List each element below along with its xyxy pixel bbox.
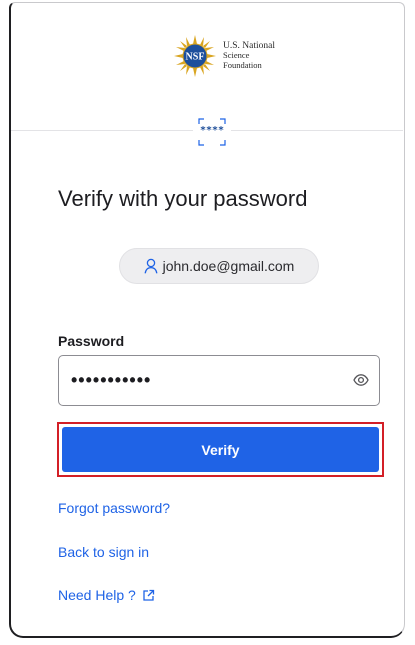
logo-line-3: Foundation	[223, 59, 262, 70]
password-label: Password	[58, 333, 125, 349]
nsf-logo: NSF U.S. National Science Foundation	[173, 34, 275, 78]
page: NSF U.S. National Science Foundation ***…	[0, 0, 415, 645]
external-link-icon	[143, 589, 154, 601]
eye-icon[interactable]	[353, 373, 369, 387]
verify-button[interactable]: Verify	[62, 427, 379, 472]
svg-text:NSF: NSF	[186, 52, 205, 63]
verify-button-highlight: Verify	[57, 422, 384, 477]
password-authenticator-icon: ****	[193, 113, 231, 151]
forgot-password-link[interactable]: Forgot password?	[58, 500, 170, 516]
need-help-link[interactable]: Need Help ?	[58, 587, 155, 603]
sign-in-card: NSF U.S. National Science Foundation ***…	[9, 2, 405, 638]
user-email: john.doe@gmail.com	[162, 258, 295, 274]
need-help-label: Need Help ?	[58, 587, 136, 603]
authenticator-stars: ****	[199, 125, 225, 136]
nsf-logo-text: U.S. National Science Foundation	[223, 41, 275, 71]
password-input[interactable]: •••••••••••	[58, 355, 380, 406]
back-to-sign-in-link[interactable]: Back to sign in	[58, 544, 149, 560]
password-masked-value: •••••••••••	[71, 370, 152, 390]
page-title: Verify with your password	[58, 186, 308, 211]
person-icon	[144, 258, 158, 274]
nsf-emblem-icon: NSF	[174, 35, 216, 77]
user-identifier-chip: john.doe@gmail.com	[119, 248, 319, 284]
